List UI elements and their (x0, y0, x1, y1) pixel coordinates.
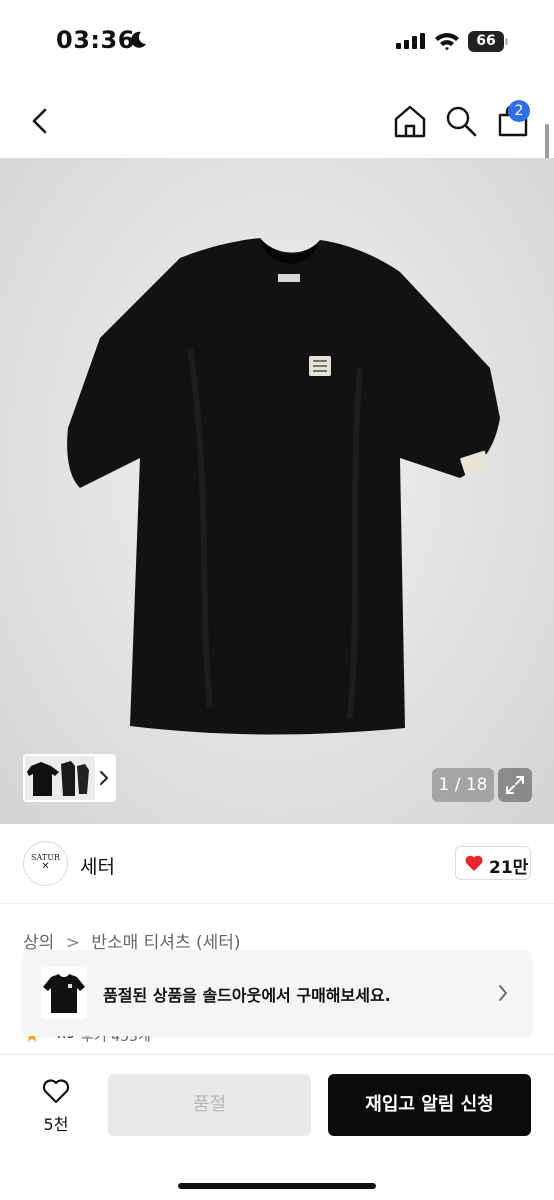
seller-name[interactable]: 세터 (80, 852, 115, 879)
heart-outline-icon (42, 1079, 70, 1104)
cart-count-badge: 2 (508, 100, 530, 122)
wishlist-count: 5천 (43, 1115, 69, 1134)
image-page-counter: 1 / 18 (432, 768, 494, 802)
seller-avatar[interactable]: SATUR ✕ (23, 841, 68, 886)
status-bar: 03:36 66 (0, 0, 554, 84)
chevron-right-icon[interactable] (98, 770, 110, 786)
seller-row[interactable]: SATUR ✕ 세터 21만 (0, 824, 554, 904)
thumbnail-image[interactable] (25, 756, 95, 800)
product-tshirt-image (67, 238, 500, 735)
heart-filled-icon (465, 855, 483, 871)
banner-product-thumbnail (41, 967, 87, 1019)
soldout-promo-banner[interactable]: 품절된 상품을 솔드아웃에서 구매해보세요. (23, 950, 532, 1036)
back-chevron-icon[interactable] (24, 102, 58, 140)
expand-icon[interactable] (498, 768, 532, 802)
brand-like-count: 21만 (489, 858, 529, 878)
soldout-button[interactable]: 품절 (108, 1074, 311, 1136)
search-icon[interactable] (442, 102, 480, 140)
battery-level: 66 (468, 31, 504, 52)
moon-icon (131, 31, 146, 48)
bottom-action-bar: 5천 품절 재입고 알림 신청 (0, 1054, 554, 1200)
banner-message: 품절된 상품을 솔드아웃에서 구매해보세요. (103, 986, 391, 1005)
chevron-right-icon[interactable] (497, 983, 509, 1003)
home-icon[interactable] (390, 102, 430, 140)
wifi-icon (435, 33, 459, 51)
battery-icon: 66 (468, 31, 508, 52)
brand-like-button[interactable]: 21만 (455, 846, 531, 880)
product-image-gallery[interactable] (0, 158, 554, 824)
nav-bar (0, 84, 554, 158)
status-time: 03:36 (56, 26, 135, 54)
wishlist-button[interactable]: 5천 (30, 1075, 82, 1135)
home-indicator (178, 1183, 376, 1189)
restock-alert-button[interactable]: 재입고 알림 신청 (328, 1074, 531, 1136)
cellular-signal-icon (396, 33, 425, 49)
